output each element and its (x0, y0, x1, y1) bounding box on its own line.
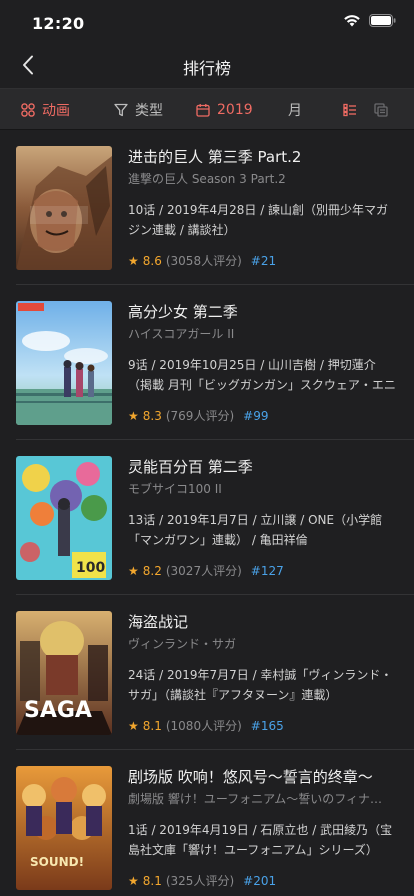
cover-image: SOUND! (16, 766, 112, 890)
item-info: 1话 / 2019年4月19日 / 石原立也 / 武田綾乃（宝島社文庫「響け！ユ… (128, 823, 393, 857)
item-rank: #21 (250, 253, 277, 268)
item-info: 13话 / 2019年1月7日 / 立川譲 / ONE（小学館「マンガワン」連載… (128, 513, 383, 547)
copy-view-icon (374, 102, 388, 121)
list-item[interactable]: 100 灵能百分百 第二季 モブサイコ100 II 13话 / 2019年1月7… (0, 440, 414, 595)
filter-bar: 动画 类型 2019 月 (0, 88, 414, 130)
item-info: 9话 / 2019年10月25日 / 山川吉樹 / 押切蓮介（掲載 月刊「ビッグ… (128, 358, 396, 392)
item-title: 高分少女 第二季 (128, 303, 238, 321)
status-time: 12:20 (32, 14, 85, 33)
svg-text:100: 100 (76, 560, 105, 576)
calendar-icon (196, 103, 210, 117)
rating-row: ★ 8.6 (3058人评分) #21 (128, 252, 276, 269)
item-title: 海盗战记 (128, 613, 189, 631)
star-icon: ★ (128, 253, 139, 268)
cover-image (16, 301, 112, 425)
list-view-icon (343, 102, 357, 121)
filter-month-label: 月 (288, 103, 302, 119)
list-view-button[interactable] (343, 102, 357, 121)
category-grid-icon (21, 103, 35, 117)
item-subtitle: 進撃の巨人 Season 3 Part.2 (128, 172, 286, 186)
star-icon: ★ (128, 408, 139, 423)
filter-year-button[interactable]: 2019 (196, 89, 253, 131)
cover-image: 100 (16, 456, 112, 580)
item-rank: #127 (250, 563, 284, 578)
item-score: 8.1 (142, 718, 162, 733)
item-subtitle: モブサイコ100 II (128, 482, 222, 496)
funnel-icon (114, 103, 128, 117)
item-votes: (1080人评分) (165, 719, 242, 733)
item-title: 灵能百分百 第二季 (128, 458, 253, 476)
star-icon: ★ (128, 718, 139, 733)
filter-anime-label: 动画 (42, 103, 70, 119)
filter-type-button[interactable]: 类型 (114, 89, 163, 131)
item-score: 8.3 (142, 408, 162, 423)
item-score: 8.2 (142, 563, 162, 578)
item-subtitle: ヴィンランド・サガ (128, 637, 237, 651)
item-title: 剧场版 吹响！悠风号～誓言的终章～ (128, 768, 373, 786)
wifi-icon (343, 14, 361, 27)
item-subtitle: ハイスコアガール II (128, 327, 235, 341)
filter-anime-button[interactable]: 动画 (21, 89, 70, 131)
status-bar: 12:20 (0, 0, 414, 46)
filter-type-label: 类型 (135, 103, 163, 119)
rating-row: ★ 8.1 (1080人评分) #165 (128, 717, 284, 734)
grid-view-button[interactable] (374, 102, 388, 121)
svg-text:SOUND!: SOUND! (30, 855, 84, 869)
item-info: 10话 / 2019年4月28日 / 諫山創（別冊少年マガジン連載 / 講談社） (128, 203, 389, 237)
list-item[interactable]: SOUND! 剧场版 吹响！悠风号～誓言的终章～ 劇場版 響け！ユーフォニアム～… (0, 750, 414, 896)
item-rank: #165 (250, 718, 284, 733)
item-votes: (769人评分) (165, 409, 235, 423)
cover-image: SAGA (16, 611, 112, 735)
item-info: 24话 / 2019年7月7日 / 幸村誠「ヴィンランド・サガ」（講談社『アフタ… (128, 668, 393, 702)
rating-row: ★ 8.2 (3027人评分) #127 (128, 562, 284, 579)
filter-month-button[interactable]: 月 (288, 89, 302, 131)
nav-bar: 排行榜 (0, 46, 414, 88)
list-item[interactable]: 高分少女 第二季 ハイスコアガール II 9话 / 2019年10月25日 / … (0, 285, 414, 440)
item-score: 8.1 (142, 873, 162, 888)
item-votes: (3058人评分) (165, 254, 242, 268)
list-item[interactable]: 进击的巨人 第三季 Part.2 進撃の巨人 Season 3 Part.2 1… (0, 130, 414, 285)
battery-icon (369, 14, 396, 27)
svg-text:SAGA: SAGA (24, 698, 92, 723)
filter-year-label: 2019 (217, 102, 253, 118)
list-item[interactable]: SAGA 海盗战记 ヴィンランド・サガ 24话 / 2019年7月7日 / 幸村… (0, 595, 414, 750)
rating-row: ★ 8.3 (769人评分) #99 (128, 407, 268, 424)
item-rank: #99 (243, 408, 269, 423)
star-icon: ★ (128, 873, 139, 888)
page-title: 排行榜 (182, 59, 231, 78)
item-title: 进击的巨人 第三季 Part.2 (128, 148, 302, 166)
item-score: 8.6 (142, 253, 162, 268)
item-subtitle: 劇場版 響け！ユーフォニアム～誓いのフィナーレ～ (128, 792, 390, 806)
item-votes: (325人评分) (165, 874, 235, 888)
item-votes: (3027人评分) (165, 564, 242, 578)
cover-image (16, 146, 112, 270)
status-icons (343, 14, 396, 27)
star-icon: ★ (128, 563, 139, 578)
item-rank: #201 (243, 873, 277, 888)
rating-row: ★ 8.1 (325人评分) #201 (128, 872, 276, 889)
